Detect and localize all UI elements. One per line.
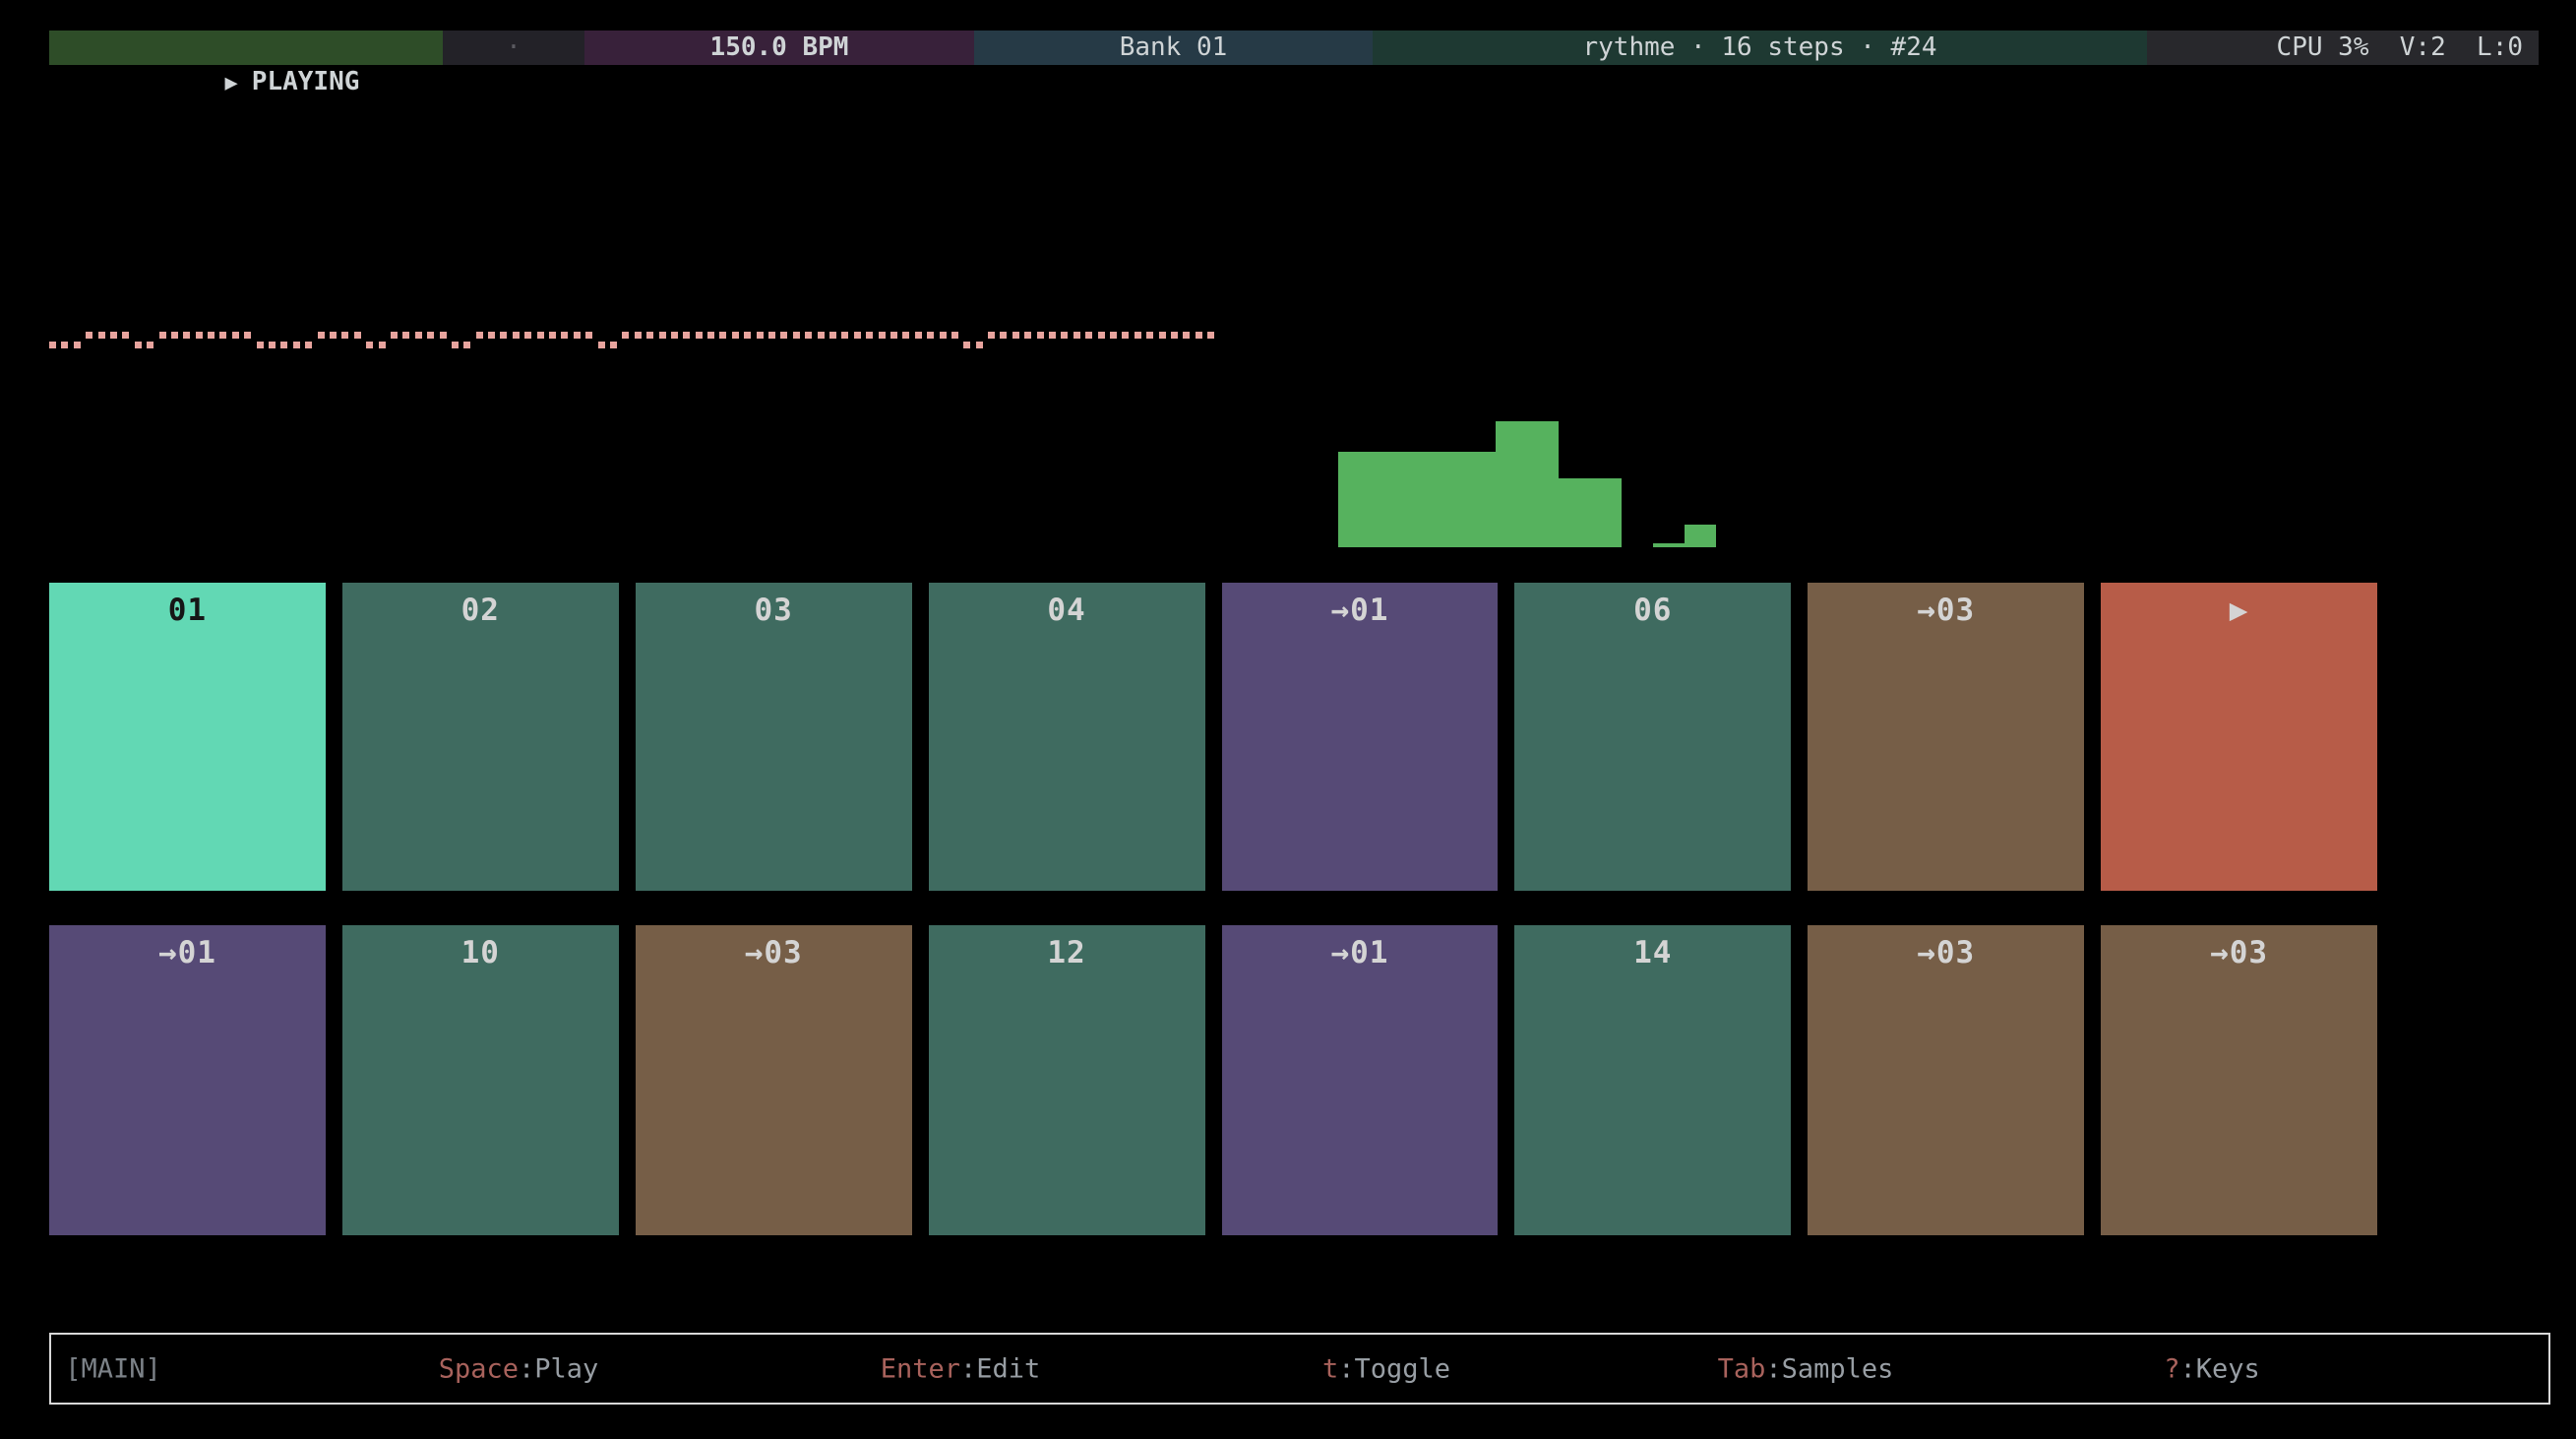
- keybar: [MAIN] Space:Play Enter:Edit t:Toggle Ta…: [49, 1333, 2550, 1405]
- pad-label: 12: [929, 935, 1205, 970]
- pad-9[interactable]: →01: [49, 925, 326, 1235]
- hint-keys: ?:Keys: [2164, 1353, 2260, 1384]
- pad-label: →03: [1808, 593, 2084, 628]
- pad-1[interactable]: 01: [49, 583, 326, 891]
- pad-6[interactable]: 06: [1514, 583, 1791, 891]
- hint-key: t: [1322, 1353, 1338, 1384]
- hint-action: :Toggle: [1338, 1353, 1450, 1384]
- pad-11[interactable]: →03: [636, 925, 912, 1235]
- transport-label: PLAYING: [252, 67, 360, 96]
- pad-label: 14: [1514, 935, 1791, 970]
- pad-label: 06: [1514, 593, 1791, 628]
- waveform: [49, 332, 1214, 351]
- bank-display: Bank 01: [974, 31, 1373, 65]
- hint-action: :Samples: [1765, 1353, 1893, 1384]
- hint-samples: Tab:Samples: [1718, 1353, 1894, 1384]
- pad-row-2: →01 10 →03 12 →01 14 →03 →03: [49, 925, 2377, 1235]
- transport-status: ▶PLAYING: [49, 31, 443, 65]
- pad-label: 01: [49, 593, 326, 628]
- pad-16[interactable]: →03: [2101, 925, 2377, 1235]
- hint-play: Space:Play: [439, 1353, 599, 1384]
- pad-8[interactable]: ▶: [2101, 583, 2377, 891]
- hint-key: Space: [439, 1353, 519, 1384]
- pad-14[interactable]: 14: [1514, 925, 1791, 1235]
- pad-label: →01: [1222, 593, 1499, 628]
- sequencer-screen: ▶PLAYING · 150.0 BPM Bank 01 rythme · 16…: [0, 0, 2576, 1439]
- pad-13[interactable]: →01: [1222, 925, 1499, 1235]
- pad-row-1: 01 02 03 04 →01 06 →03 ▶: [49, 583, 2377, 891]
- system-stats: CPU 3% V:2 L:0: [2147, 31, 2539, 65]
- mode-indicator: [MAIN]: [65, 1353, 161, 1384]
- status-bar: ▶PLAYING · 150.0 BPM Bank 01 rythme · 16…: [49, 31, 2539, 65]
- pad-15[interactable]: →03: [1808, 925, 2084, 1235]
- pad-label: →03: [2101, 935, 2377, 970]
- pad-5[interactable]: →01: [1222, 583, 1499, 891]
- pad-label: →03: [1808, 935, 2084, 970]
- pad-label: →03: [636, 935, 912, 970]
- pad-10[interactable]: 10: [342, 925, 619, 1235]
- hint-key: ?: [2164, 1353, 2179, 1384]
- hint-edit: Enter:Edit: [881, 1353, 1041, 1384]
- hint-key: Enter: [881, 1353, 960, 1384]
- pad-7[interactable]: →03: [1808, 583, 2084, 891]
- pad-label: →01: [49, 935, 326, 970]
- pad-4[interactable]: 04: [929, 583, 1205, 891]
- pad-label: 10: [342, 935, 619, 970]
- track-info: rythme · 16 steps · #24: [1373, 31, 2147, 65]
- level-bars: [1338, 421, 1716, 547]
- pad-12[interactable]: 12: [929, 925, 1205, 1235]
- hint-action: :Play: [519, 1353, 598, 1384]
- pad-play-icon: ▶: [2101, 593, 2377, 628]
- hint-key: Tab: [1718, 1353, 1766, 1384]
- hint-action: :Edit: [960, 1353, 1040, 1384]
- pad-2[interactable]: 02: [342, 583, 619, 891]
- pad-label: 02: [342, 593, 619, 628]
- pad-label: 03: [636, 593, 912, 628]
- hint-action: :Keys: [2179, 1353, 2259, 1384]
- bpm-display: 150.0 BPM: [584, 31, 974, 65]
- play-icon: ▶: [225, 71, 238, 95]
- pad-label: 04: [929, 593, 1205, 628]
- spacer-segment: ·: [443, 31, 584, 65]
- pad-3[interactable]: 03: [636, 583, 912, 891]
- hint-toggle: t:Toggle: [1322, 1353, 1450, 1384]
- pad-label: →01: [1222, 935, 1499, 970]
